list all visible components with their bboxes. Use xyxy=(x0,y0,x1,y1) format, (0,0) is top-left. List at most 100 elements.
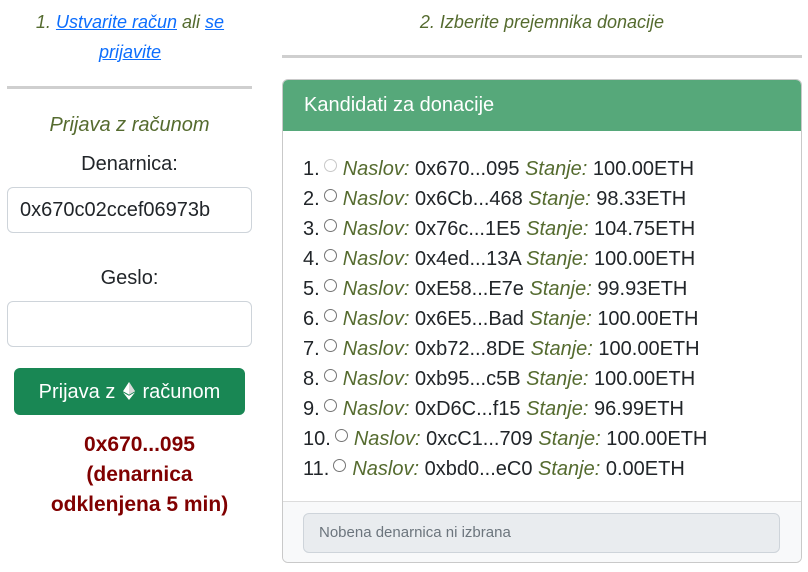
candidate-row[interactable]: 4. Naslov: 0x4ed...13A Stanje: 100.00ETH xyxy=(303,244,707,274)
address-label: Naslov: xyxy=(342,368,410,390)
address-label: Naslov: xyxy=(342,158,410,180)
password-input[interactable] xyxy=(7,301,252,347)
candidate-row[interactable]: 6. Naslov: 0x6E5...Bad Stanje: 100.00ETH xyxy=(303,304,707,334)
candidate-balance: 100.00ETH xyxy=(597,308,699,330)
card-header: Kandidati za donacije xyxy=(283,80,801,131)
candidate-radio[interactable] xyxy=(323,309,337,322)
candidate-address: 0xcC1...709 xyxy=(426,428,533,450)
candidate-number: 2. xyxy=(303,188,320,210)
step-2-text: 2. Izberite prejemnika donacije xyxy=(419,12,665,32)
wallet-status-address: 0x670...095 xyxy=(84,433,195,456)
address-label: Naslov: xyxy=(342,188,410,210)
candidate-number: 7. xyxy=(303,338,320,360)
login-button[interactable]: Prijava z računom xyxy=(14,368,245,415)
candidate-radio[interactable] xyxy=(323,399,337,412)
balance-label: Stanje: xyxy=(530,338,593,360)
balance-label: Stanje: xyxy=(525,158,588,180)
candidate-address: 0xD6C...f15 xyxy=(414,398,521,420)
candidate-row[interactable]: 8. Naslov: 0xb95...c5B Stanje: 100.00ETH xyxy=(303,364,707,394)
candidate-number: 11. xyxy=(303,458,330,480)
candidate-row[interactable]: 3. Naslov: 0x76c...1E5 Stanje: 104.75ETH xyxy=(303,214,707,244)
candidate-list: 1. Naslov: 0x670...095 Stanje: 100.00ETH 2… xyxy=(303,154,707,484)
candidate-radio xyxy=(323,159,337,172)
candidate-balance: 99.93ETH xyxy=(597,278,688,300)
candidate-number: 5. xyxy=(303,278,320,300)
candidate-number: 1. xyxy=(303,158,320,180)
address-label: Naslov: xyxy=(353,428,421,450)
candidate-number: 8. xyxy=(303,368,320,390)
balance-label: Stanje: xyxy=(526,398,589,420)
candidate-number: 9. xyxy=(303,398,320,420)
wallet-input[interactable]: 0x670c02ccef06973b xyxy=(7,187,252,233)
address-label: Naslov: xyxy=(352,458,420,480)
candidate-balance: 0.00ETH xyxy=(605,458,685,480)
candidate-radio[interactable] xyxy=(323,249,337,262)
candidate-radio[interactable] xyxy=(323,339,337,352)
candidate-number: 3. xyxy=(303,218,320,240)
address-label: Naslov: xyxy=(342,278,410,300)
balance-label: Stanje: xyxy=(528,188,591,210)
candidate-address: 0x4ed...13A xyxy=(414,248,521,270)
password-label: Geslo: xyxy=(100,267,159,289)
candidate-balance: 100.00ETH xyxy=(593,368,696,390)
candidate-number: 6. xyxy=(303,308,320,330)
create-account-link[interactable]: Ustvarite račun xyxy=(56,12,177,32)
address-label: Naslov: xyxy=(342,218,410,240)
login-button-label-end: računom xyxy=(142,381,221,403)
balance-label: Stanje: xyxy=(529,278,592,300)
candidate-address: 0x76c...1E5 xyxy=(414,218,521,240)
candidate-address: 0x6E5...Bad xyxy=(414,308,524,330)
candidate-radio[interactable] xyxy=(323,189,337,202)
balance-label: Stanje: xyxy=(529,308,592,330)
candidate-row[interactable]: 10. Naslov: 0xcC1...709 Stanje: 100.00ETH xyxy=(303,424,707,454)
left-divider xyxy=(7,86,252,89)
step-1-number: 1. xyxy=(35,12,51,32)
selected-wallet-field: Nobena denarnica ni izbrana xyxy=(303,513,780,553)
candidate-balance: 98.33ETH xyxy=(596,188,687,210)
balance-label: Stanje: xyxy=(538,428,601,450)
candidate-row[interactable]: 1. Naslov: 0x670...095 Stanje: 100.00ETH xyxy=(303,154,707,184)
wallet-status-line-3: odklenjena 5 min) xyxy=(50,493,229,516)
candidate-row[interactable]: 2. Naslov: 0x6Cb...468 Stanje: 98.33ETH xyxy=(303,184,707,214)
login-title: Prijava z računom xyxy=(49,114,210,136)
wallet-status-line-2: (denarnica xyxy=(86,463,193,486)
address-label: Naslov: xyxy=(342,338,410,360)
candidate-radio[interactable] xyxy=(323,219,337,232)
candidate-radio[interactable] xyxy=(323,279,337,292)
wallet-label: Denarnica: xyxy=(81,153,178,175)
candidate-address: 0xb95...c5B xyxy=(414,368,521,390)
wallet-status: 0x670...095 (denarnica odklenjena 5 min) xyxy=(7,430,272,520)
candidate-balance: 100.00ETH xyxy=(606,428,708,450)
candidate-radio[interactable] xyxy=(323,369,337,382)
balance-label: Stanje: xyxy=(526,248,589,270)
step-1-text: 1. Ustvarite račun ali se prijavite xyxy=(12,7,248,67)
candidate-radio[interactable] xyxy=(333,459,347,472)
right-divider xyxy=(282,55,802,58)
candidate-balance: 100.00ETH xyxy=(598,338,700,360)
card-footer: Nobena denarnica ni izbrana xyxy=(283,501,801,562)
candidate-row[interactable]: 5. Naslov: 0xE58...E7e Stanje: 99.93ETH xyxy=(303,274,707,304)
address-label: Naslov: xyxy=(342,308,410,330)
or-text: ali xyxy=(182,12,201,32)
candidate-address: 0x670...095 xyxy=(414,158,520,180)
candidate-address: 0x6Cb...468 xyxy=(414,188,523,210)
login-link-part-1[interactable]: se xyxy=(205,12,224,32)
address-label: Naslov: xyxy=(342,398,410,420)
candidate-balance: 100.00ETH xyxy=(592,158,695,180)
donation-card: Kandidati za donacije 1. Naslov: 0x670...… xyxy=(282,79,802,563)
candidate-radio[interactable] xyxy=(334,429,348,442)
candidate-address: 0xE58...E7e xyxy=(414,278,524,300)
balance-label: Stanje: xyxy=(526,218,589,240)
candidate-row[interactable]: 7. Naslov: 0xb72...8DE Stanje: 100.00ETH xyxy=(303,334,707,364)
login-link-part-2[interactable]: prijavite xyxy=(99,42,161,62)
candidate-balance: 100.00ETH xyxy=(594,248,696,270)
balance-label: Stanje: xyxy=(526,368,589,390)
ethereum-icon xyxy=(122,371,135,418)
login-button-label-start: Prijava z xyxy=(38,381,116,403)
candidate-row[interactable]: 9. Naslov: 0xD6C...f15 Stanje: 96.99ETH xyxy=(303,394,707,424)
address-label: Naslov: xyxy=(342,248,410,270)
balance-label: Stanje: xyxy=(538,458,601,480)
candidate-number: 4. xyxy=(303,248,320,270)
candidate-row[interactable]: 11. Naslov: 0xbd0...eC0 Stanje: 0.00ETH xyxy=(303,454,707,484)
candidate-address: 0xb72...8DE xyxy=(414,338,526,360)
